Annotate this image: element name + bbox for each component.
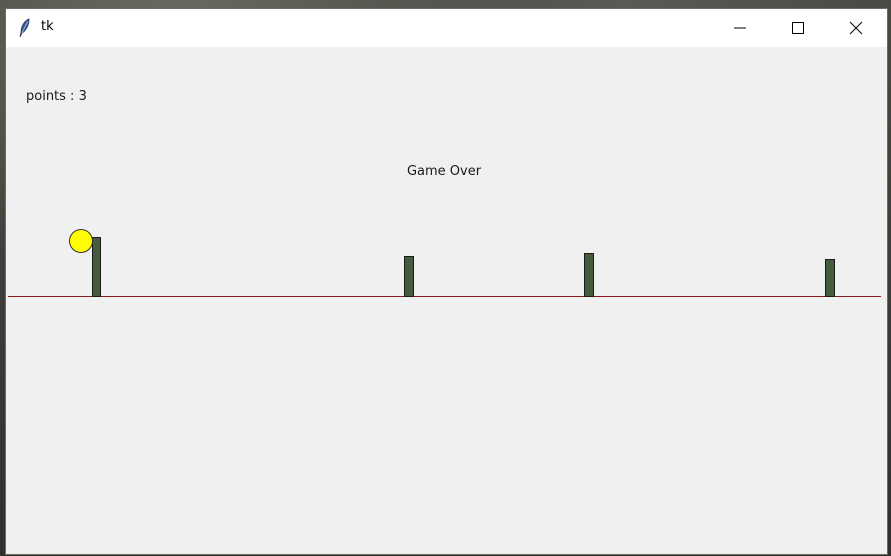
minimize-icon: [734, 27, 746, 29]
tk-window: tk points : 3 Game Over: [6, 9, 887, 554]
ground-line: [8, 296, 881, 297]
title-bar[interactable]: tk: [6, 9, 887, 47]
minimize-button[interactable]: [711, 9, 769, 47]
window-title: tk: [41, 19, 54, 34]
obstacle: [404, 256, 414, 297]
obstacle: [584, 253, 594, 297]
game-canvas[interactable]: points : 3 Game Over: [6, 47, 887, 554]
game-over-label: Game Over: [406, 164, 482, 179]
obstacle: [92, 237, 101, 297]
player-ball: [69, 229, 93, 253]
maximize-icon: [792, 22, 804, 34]
close-button[interactable]: [827, 9, 887, 47]
maximize-button[interactable]: [769, 9, 827, 47]
close-icon: [849, 21, 863, 35]
points-label: points : 3: [26, 89, 87, 104]
obstacle: [825, 259, 835, 297]
feather-icon: [18, 18, 32, 38]
